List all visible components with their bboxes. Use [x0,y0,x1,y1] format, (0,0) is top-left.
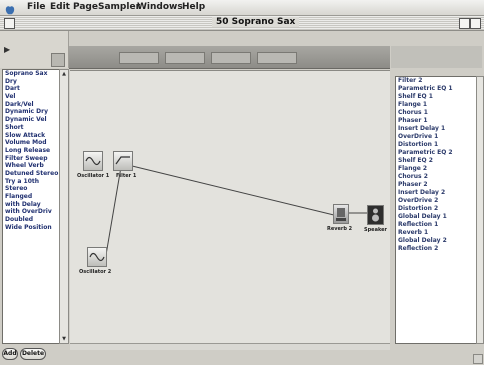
sampler-screen: File Edit Page Sampler Windows Help 50 S… [0,0,484,365]
filter-icon [113,151,133,171]
window-titlebar[interactable]: 50 Soprano Sax [0,16,484,31]
module-list-item[interactable]: Parametric EQ 2 [396,149,476,157]
module-list-item[interactable]: Flange 2 [396,165,476,173]
speaker-icon [367,205,384,225]
module-list-item[interactable]: Filter 2 [396,77,476,85]
module-list-item[interactable]: Shelf EQ 2 [396,157,476,165]
preset-list-item[interactable]: Slow Attack [3,132,59,140]
preset-list[interactable]: Soprano Sax Dry Dart Vel Dark/Vel Dynamic Dry… [2,69,60,344]
scroll-down-icon[interactable]: ▼ [61,336,67,342]
preset-list-item[interactable]: Wheel Verb [3,162,59,170]
preset-list-item[interactable]: Volume Mod [3,139,59,147]
module-list-item[interactable]: Shelf EQ 1 [396,93,476,101]
preset-list-item[interactable]: Flanged [3,193,59,201]
right-panel-header [391,46,482,68]
preset-list-item[interactable]: Wide Position [3,224,59,232]
preset-list-item[interactable]: Detuned Stereo [3,170,59,178]
module-list[interactable]: Filter 2 Parametric EQ 1 Shelf EQ 1 Flange … [395,76,477,344]
node-label: Oscillator 1 [77,173,110,179]
menu-sampler[interactable]: Sampler [98,2,140,12]
resize-grip-icon[interactable] [473,354,483,364]
delete-button[interactable]: Delete [20,348,46,360]
scroll-up-icon[interactable]: ▲ [61,71,67,77]
toolbar-tab-4[interactable] [257,52,297,64]
module-list-item[interactable]: Global Delay 2 [396,237,476,245]
node-label: Reverb 2 [327,226,353,232]
collapse-box-icon[interactable] [470,18,481,29]
node-label: Speaker [364,227,387,233]
toolbar-tab-2[interactable] [165,52,205,64]
preset-list-item[interactable]: Stereo [3,185,59,193]
panel-button[interactable] [51,53,65,67]
editor-toolbar [69,46,390,69]
preset-list-item[interactable]: Long Release [3,147,59,155]
module-list-item[interactable]: Reflection 2 [396,245,476,253]
close-box-icon[interactable] [4,18,15,29]
module-list-item[interactable]: OverDrive 1 [396,133,476,141]
module-list-item[interactable]: Insert Delay 1 [396,125,476,133]
module-list-item[interactable]: Distortion 1 [396,141,476,149]
preset-list-item[interactable]: Dynamic Vel [3,116,59,124]
node-label: Oscillator 2 [79,269,112,275]
module-list-item[interactable]: Chorus 1 [396,109,476,117]
preset-list-item[interactable]: Dynamic Dry [3,108,59,116]
zoom-box-icon[interactable] [459,18,470,29]
menubar: File Edit Page Sampler Windows Help [0,0,484,16]
module-list-item[interactable]: Phaser 2 [396,181,476,189]
module-list-item[interactable]: Global Delay 1 [396,213,476,221]
node-label: Filter 1 [116,173,137,179]
sine-wave-icon [83,151,103,171]
canvas-hscrollbar[interactable] [70,343,390,350]
menu-windows[interactable]: Windows [137,2,183,12]
module-list-item[interactable]: Reverb 1 [396,229,476,237]
preset-list-item[interactable]: Vel [3,93,59,101]
preset-list-item[interactable]: with OverDriv [3,208,59,216]
menu-page[interactable]: Page [73,2,98,12]
preset-list-item[interactable]: with Delay [3,201,59,209]
sine-wave-icon [87,247,107,267]
window-title: 50 Soprano Sax [212,17,300,27]
apple-logo-icon[interactable] [4,1,16,15]
preset-list-scrollbar[interactable]: ▲ ▼ [59,69,69,344]
preset-list-item[interactable]: Doubled [3,216,59,224]
menu-help[interactable]: Help [182,2,205,12]
add-button[interactable]: Add [2,348,18,360]
module-list-item[interactable]: Phaser 1 [396,117,476,125]
preset-list-item[interactable]: Soprano Sax [3,70,59,78]
module-list-scrollbar[interactable] [476,76,484,344]
menu-edit[interactable]: Edit [50,2,70,12]
cable-filter-to-reverb [127,164,339,217]
toolbar-tab-3[interactable] [211,52,251,64]
module-list-item[interactable]: Insert Delay 2 [396,189,476,197]
module-list-item[interactable]: Parametric EQ 1 [396,85,476,93]
module-list-item[interactable]: Distortion 2 [396,205,476,213]
preset-list-item[interactable]: Short [3,124,59,132]
menu-file[interactable]: File [27,2,45,12]
module-list-item[interactable]: Flange 1 [396,101,476,109]
preset-list-item[interactable]: Dry [3,78,59,86]
patch-canvas[interactable]: Oscillator 1 Filter 1 Oscillator 2 Rever… [70,70,390,343]
disclosure-arrow-icon[interactable]: ▶ [4,45,10,54]
preset-list-item[interactable]: Dark/Vel [3,101,59,109]
module-list-item[interactable]: OverDrive 2 [396,197,476,205]
left-panel-header: ▶ [0,31,69,68]
preset-list-item[interactable]: Try a 10th [3,178,59,186]
reverb-chip-icon [333,204,349,224]
preset-list-item[interactable]: Dart [3,85,59,93]
module-list-item[interactable]: Chorus 2 [396,173,476,181]
preset-list-item[interactable]: Filter Sweep [3,155,59,163]
module-list-item[interactable]: Reflection 1 [396,221,476,229]
toolbar-tab-1[interactable] [119,52,159,64]
